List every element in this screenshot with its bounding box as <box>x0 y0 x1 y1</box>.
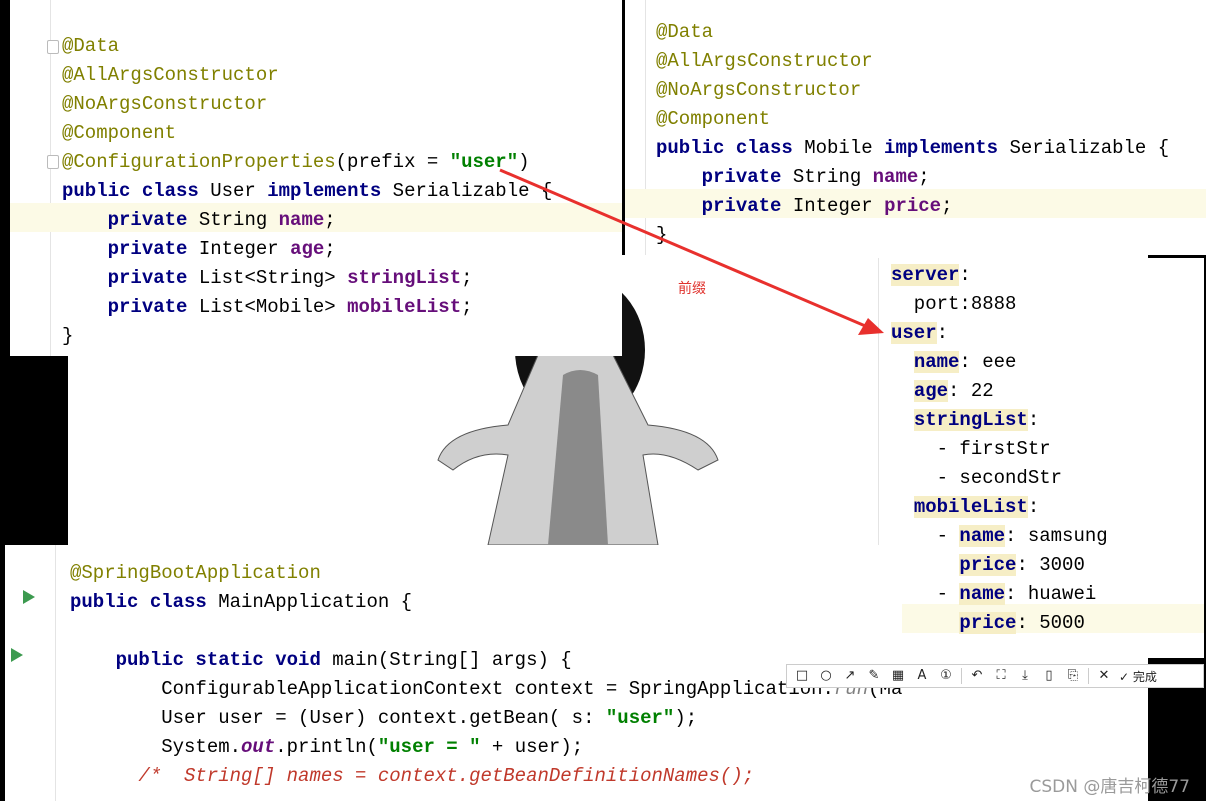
toolbar-divider <box>961 668 962 684</box>
screenshot-toolbar: □ ○ ↗ ✎ ▦ A ① ↶ ⛶ ⤓ ▯ ⎘ ✕ ✓ 完成 <box>786 664 1204 688</box>
undo-icon[interactable]: ↶ <box>968 667 986 685</box>
text-icon[interactable]: A <box>913 667 931 685</box>
arrow-icon[interactable]: ↗ <box>841 667 859 685</box>
done-button[interactable]: ✓ 完成 <box>1119 668 1157 685</box>
number-icon[interactable]: ① <box>937 667 955 685</box>
rectangle-icon[interactable]: □ <box>793 667 811 685</box>
circle-icon[interactable]: ○ <box>817 667 835 685</box>
close-icon[interactable]: ✕ <box>1095 667 1113 685</box>
prefix-annotation-label: 前缀 <box>678 281 706 297</box>
toolbar-divider <box>1088 668 1089 684</box>
mosaic-icon[interactable]: ▦ <box>889 667 907 685</box>
csdn-watermark: CSDN @唐吉柯德77 <box>1029 777 1190 797</box>
pen-icon[interactable]: ✎ <box>865 667 883 685</box>
download-icon[interactable]: ⤓ <box>1016 667 1034 685</box>
pin-icon[interactable]: ▯ <box>1040 667 1058 685</box>
done-label: 完成 <box>1132 669 1157 684</box>
save-icon[interactable]: ⎘ <box>1064 667 1082 685</box>
crop-icon[interactable]: ⛶ <box>992 667 1010 685</box>
